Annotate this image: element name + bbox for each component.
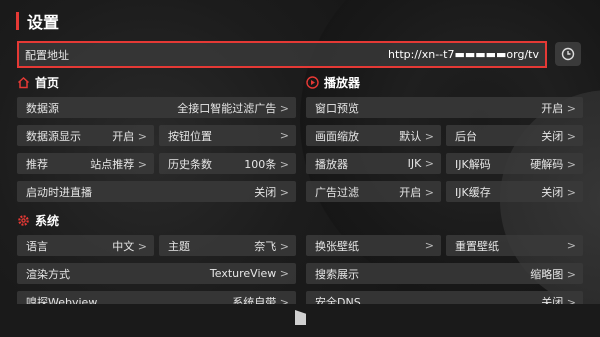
- row-ijk-cache[interactable]: IJK缓存 关闭: [446, 181, 583, 202]
- row-label: 推荐: [26, 157, 48, 171]
- row-ijk-decode[interactable]: IJK解码 硬解码: [446, 153, 583, 174]
- row-data-source[interactable]: 数据源 全接口智能过滤广告: [17, 97, 296, 118]
- row-value: 缩略图: [530, 266, 576, 282]
- row-label: 数据源: [26, 101, 59, 115]
- row-language[interactable]: 语言 中文: [17, 235, 154, 256]
- row-search-display[interactable]: 搜索展示 缩略图: [306, 263, 583, 284]
- config-address-field[interactable]: 配置地址 http://xn--t7▬▬▬▬▬org/tv: [17, 41, 547, 68]
- row-label: IJK缓存: [455, 185, 491, 199]
- row-value: TextureView: [210, 267, 289, 280]
- gear-icon: [18, 214, 29, 226]
- row-value: 默认: [399, 128, 434, 144]
- bookmark-icon[interactable]: [295, 310, 306, 325]
- row-label: 重置壁纸: [455, 239, 499, 253]
- row-value: [280, 129, 289, 142]
- row-recommend[interactable]: 推荐 站点推荐: [17, 153, 154, 174]
- config-address-value: http://xn--t7▬▬▬▬▬org/tv: [388, 48, 539, 61]
- row-value: [425, 239, 434, 252]
- row-label: 启动时进直播: [26, 185, 92, 199]
- row-ad-filter[interactable]: 广告过滤 开启: [306, 181, 441, 202]
- section-system: 系统: [17, 212, 59, 228]
- row-window-preview[interactable]: 窗口预览 开启: [306, 97, 583, 118]
- page-header: 设置: [16, 10, 59, 32]
- row-data-source-display[interactable]: 数据源显示 开启: [17, 125, 154, 146]
- row-label: 窗口预览: [315, 101, 359, 115]
- play-circle-icon: [306, 75, 319, 89]
- row-reset-wallpaper[interactable]: 重置壁纸: [446, 235, 583, 256]
- section-system-title: 系统: [35, 213, 60, 228]
- row-change-wallpaper[interactable]: 换张壁纸: [306, 235, 441, 256]
- row-screen-scale[interactable]: 画面缩放 默认: [306, 125, 441, 146]
- row-button-position[interactable]: 按钮位置: [159, 125, 296, 146]
- row-value: 开启: [112, 128, 147, 144]
- home-icon: [17, 76, 30, 88]
- row-value: [567, 239, 576, 252]
- row-label: 搜索展示: [315, 267, 359, 281]
- row-value: 关闭: [254, 184, 289, 200]
- settings-screen: 设置 配置地址 http://xn--t7▬▬▬▬▬org/tv 首页 播放器 …: [0, 0, 600, 337]
- section-home: 首页: [17, 74, 59, 90]
- history-button[interactable]: [555, 42, 581, 66]
- section-player-title: 播放器: [324, 75, 361, 90]
- bottom-bar: [0, 304, 600, 337]
- section-player: 播放器: [306, 74, 360, 90]
- row-value: 开启: [399, 184, 434, 200]
- row-value: 站点推荐: [90, 156, 147, 172]
- row-label: 后台: [455, 129, 477, 143]
- row-label: 按钮位置: [168, 129, 212, 143]
- row-label: 播放器: [315, 157, 348, 171]
- row-startup-live[interactable]: 启动时进直播 关闭: [17, 181, 296, 202]
- row-value: 100条: [244, 156, 289, 172]
- row-value: 奈飞: [254, 238, 289, 254]
- row-history-count[interactable]: 历史条数 100条: [159, 153, 296, 174]
- row-label: 广告过滤: [315, 185, 359, 199]
- row-label: IJK解码: [455, 157, 491, 171]
- row-player[interactable]: 播放器 IJK: [306, 153, 441, 174]
- row-label: 渲染方式: [26, 267, 70, 281]
- row-label: 历史条数: [168, 157, 212, 171]
- row-label: 换张壁纸: [315, 239, 359, 253]
- row-label: 数据源显示: [26, 129, 81, 143]
- config-address-label: 配置地址: [25, 48, 69, 62]
- row-label: 语言: [26, 239, 48, 253]
- row-value: 开启: [541, 100, 576, 116]
- row-value: 全接口智能过滤广告: [177, 100, 289, 116]
- row-value: IJK: [408, 157, 434, 170]
- page-title: 设置: [27, 13, 60, 32]
- row-value: 关闭: [541, 128, 576, 144]
- row-render-mode[interactable]: 渲染方式 TextureView: [17, 263, 296, 284]
- row-label: 主题: [168, 239, 190, 253]
- clock-icon: [561, 47, 575, 61]
- row-theme[interactable]: 主题 奈飞: [159, 235, 296, 256]
- row-value: 关闭: [541, 184, 576, 200]
- row-value: 中文: [112, 238, 147, 254]
- row-value: 硬解码: [530, 156, 576, 172]
- row-label: 画面缩放: [315, 129, 359, 143]
- section-home-title: 首页: [35, 75, 60, 90]
- row-background[interactable]: 后台 关闭: [446, 125, 583, 146]
- title-accent-bar: [16, 12, 19, 30]
